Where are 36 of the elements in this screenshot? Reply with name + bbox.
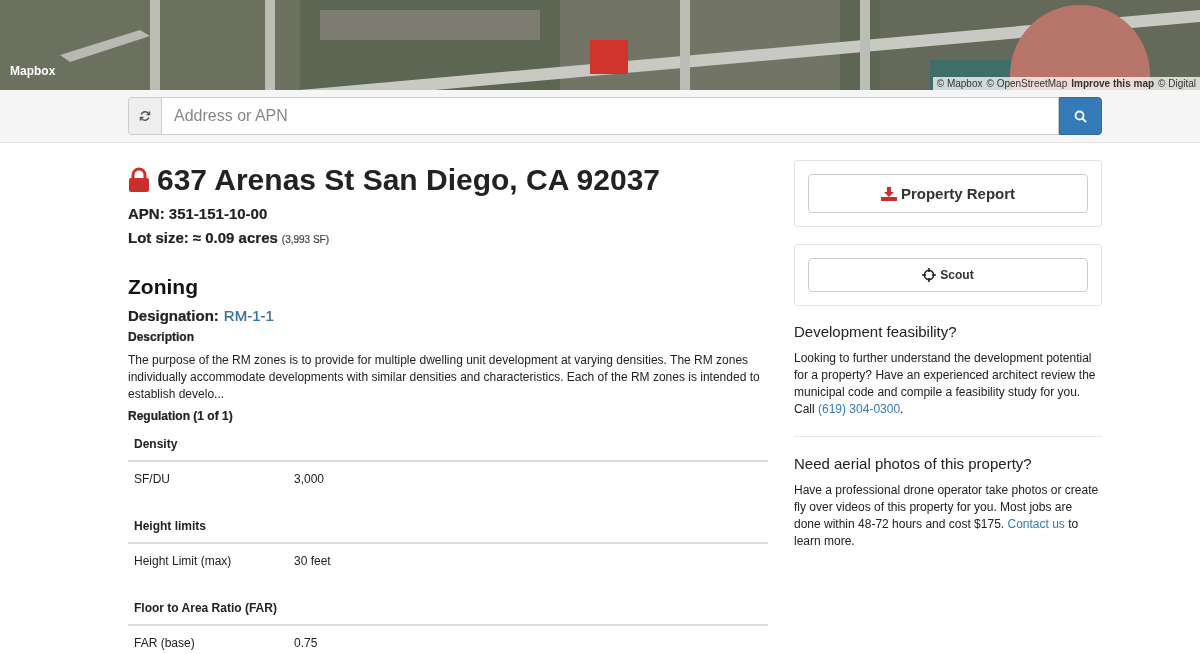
- refresh-icon: [139, 110, 151, 122]
- download-icon: [880, 186, 897, 201]
- refresh-button[interactable]: [128, 97, 162, 135]
- table-cell-text: SF/DU: [134, 472, 171, 488]
- search-field[interactable]: Address or APN: [162, 97, 1059, 135]
- description-text: The purpose of the RM zones is to provide for multiple dwelling unit development at varying densities. The RM zones individually accommodate developments with similar densities and characteristics. Each of the RM zones is intended to establish develo...: [128, 352, 761, 403]
- table-section-header: Density: [128, 427, 768, 462]
- lot-size-sqft: (3,993 SF): [281, 234, 330, 245]
- mapbox-logo: Mapbox: [10, 64, 56, 78]
- info-text: Have a professional drone operator take photos or create fly over videos of this property for you. Most jobs are done within 48-72 hours and cost $175. Contact us to learn more.: [794, 482, 1100, 550]
- property-report-button[interactable]: Property Report: [808, 174, 1088, 213]
- apn-text: APN: 351-151-10-00: [128, 205, 269, 222]
- table-cell-text: 0.75: [294, 636, 318, 652]
- crosshair-icon: [922, 268, 937, 282]
- lot-size-label: Lot size:: [128, 229, 189, 246]
- search-icon: [1074, 109, 1087, 123]
- table-cell-text: 30 feet: [294, 554, 331, 570]
- info-link[interactable]: Contact us: [1007, 517, 1065, 531]
- property-address: 637 Arenas St San Diego, CA 92037: [157, 163, 660, 197]
- designation-label: Designation:: [128, 307, 219, 324]
- table-section-header: Floor to Area Ratio (FAR): [128, 591, 768, 626]
- table-cell-text: 3,000: [294, 472, 325, 488]
- regulation-label: Regulation (1 of 1): [128, 409, 234, 423]
- scout-button[interactable]: Scout: [808, 258, 1088, 292]
- designation-link[interactable]: RM-1-1: [223, 307, 274, 324]
- section-heading: Zoning: [128, 275, 199, 299]
- info-heading: Need aerial photos of this property?: [794, 455, 1033, 472]
- table-cell-text: Height Limit (max): [134, 554, 233, 570]
- map-attribution: © Mapbox © OpenStreetMap Improve this map © Digital: [932, 77, 1200, 90]
- info-text: Looking to further understand the development potential for a property? Have an experienced architect review the municipal code and compile a feasibility study for you. Call (619) 304-0300.: [794, 350, 1097, 418]
- info-heading: Development feasibility?: [794, 323, 958, 340]
- table-cell-text: FAR (base): [134, 636, 196, 652]
- description-label: Description: [128, 330, 195, 344]
- lot-size-value: ≈ 0.09 acres: [192, 229, 278, 246]
- table-section-header: Height limits: [128, 509, 768, 544]
- search-button[interactable]: [1059, 97, 1102, 135]
